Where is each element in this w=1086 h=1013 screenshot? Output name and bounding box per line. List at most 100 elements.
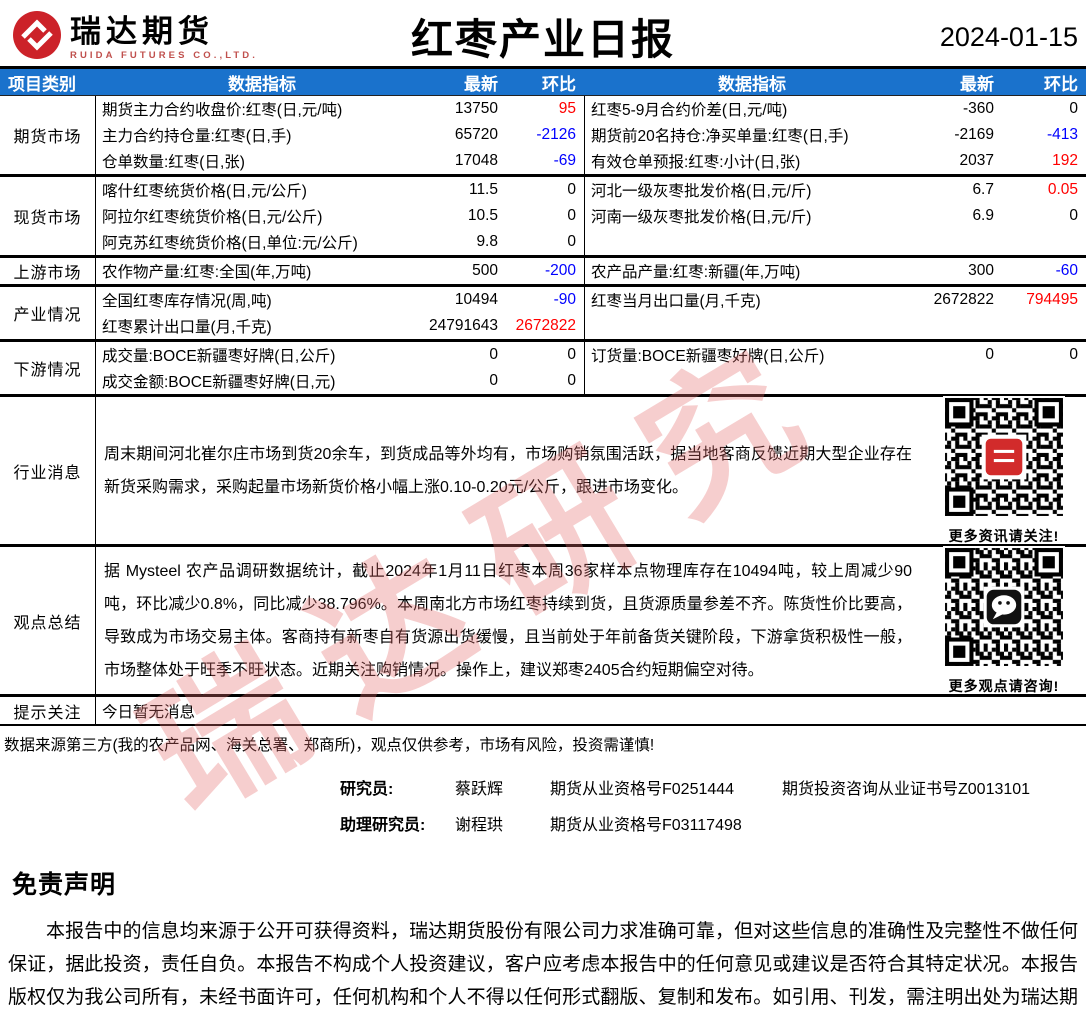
chain-left: 0 (567, 181, 576, 198)
col-chain-right: 环比 (1044, 74, 1078, 94)
chain-right: -413 (1046, 126, 1078, 143)
researchers-block: 研究员: 蔡跃辉 期货从业资格号F0251444 期货投资咨询从业证书号Z001… (340, 769, 1086, 841)
indicator-right (584, 229, 920, 255)
section-summary: 观点总结 据 Mysteel 农产品调研数据统计，截止2024年1月11日红枣本… (0, 545, 1086, 697)
table-row: 期货主力合约收盘价:红枣(日,元/吨) 13750 95 红枣5-9月合约价差(… (96, 96, 1086, 122)
indicator-right: 红枣5-9月合约价差(日,元/吨) (584, 96, 920, 122)
latest-left: 10494 (454, 291, 498, 308)
researcher-row: 研究员: 蔡跃辉 期货从业资格号F0251444 期货投资咨询从业证书号Z001… (340, 769, 1086, 805)
report-date: 2024-01-15 (939, 22, 1078, 52)
col-chain-left: 环比 (542, 74, 576, 94)
researcher-name: 蔡跃辉 (455, 781, 504, 798)
qr-code-wechat-icon (943, 545, 1065, 673)
table-row: 成交金额:BOCE新疆枣好牌(日,元) 0 0 (96, 368, 1086, 394)
notice-text: 今日暂无消息 (102, 703, 196, 721)
latest-right: 6.9 (972, 207, 994, 224)
assistant-row: 助理研究员: 谢程珙 期货从业资格号F03117498 (340, 805, 1086, 841)
col-indicator-left: 数据指标 (228, 74, 296, 94)
indicator-right: 河北一级灰枣批发价格(日,元/斤) (584, 177, 920, 203)
chain-right: 0 (1069, 100, 1078, 117)
table-group-upstream: 上游市场 农作物产量:红枣:全国(年,万吨) 500 -200 农产品产量:红枣… (0, 258, 1086, 287)
disclaimer-body: 本报告中的信息均来源于公开可获得资料，瑞达期货股份有限公司力求准确可靠，但对这些… (8, 921, 1078, 1008)
table-row: 仓单数量:红枣(日,张) 17048 -69 有效仓单预报:红枣:小计(日,张)… (96, 148, 1086, 174)
chain-left: 0 (567, 346, 576, 363)
col-indicator-right: 数据指标 (718, 74, 786, 94)
table-group-futures: 期货市场 期货主力合约收盘价:红枣(日,元/吨) 13750 95 红枣5-9月… (0, 96, 1086, 177)
indicator-right: 农产品产量:红枣:新疆(年,万吨) (584, 258, 920, 284)
qr-caption: 更多资讯请关注! (948, 527, 1060, 544)
latest-left: 500 (472, 262, 498, 279)
assistant-name: 谢程珙 (455, 817, 504, 834)
assistant-cert: 期货从业资格号F03117498 (550, 817, 742, 834)
category-cell: 观点总结 (0, 547, 96, 694)
indicator-right: 红枣当月出口量(月,千克) (584, 287, 920, 313)
indicator-right (584, 368, 920, 394)
latest-left: 13750 (454, 100, 498, 117)
chain-left: 2672822 (515, 317, 576, 334)
chain-right: 794495 (1026, 291, 1078, 308)
table-row: 成交量:BOCE新疆枣好牌(日,公斤) 0 0 订货量:BOCE新疆枣好牌(日,… (96, 342, 1086, 368)
category-cell: 行业消息 (0, 397, 96, 544)
col-latest-left: 最新 (464, 74, 498, 94)
category-cell: 产业情况 (0, 287, 96, 339)
table-row: 主力合约持仓量:红枣(日,手) 65720 -2126 期货前20名持仓:净买单… (96, 122, 1086, 148)
col-latest-right: 最新 (960, 74, 994, 94)
latest-left: 0 (489, 372, 498, 389)
indicator-left: 红枣累计出口量(月,千克) (102, 319, 272, 336)
category-cell: 提示关注 (0, 697, 96, 724)
chain-left: -2126 (536, 126, 576, 143)
disclaimer-section: 免责声明 本报告中的信息均来源于公开可获得资料，瑞达期货股份有限公司力求准确可靠… (0, 865, 1086, 1013)
indicator-left: 仓单数量:红枣(日,张) (102, 154, 245, 171)
qr-code-icon (943, 395, 1065, 523)
table-row: 阿拉尔红枣统货价格(日,元/公斤) 10.5 0 河南一级灰枣批发价格(日,元/… (96, 203, 1086, 229)
latest-left: 0 (489, 346, 498, 363)
summary-text: 据 Mysteel 农产品调研数据统计，截止2024年1月11日红枣本周36家样… (104, 562, 912, 679)
indicator-left: 成交金额:BOCE新疆枣好牌(日,元) (102, 374, 336, 391)
category-cell: 现货市场 (0, 177, 96, 255)
section-notice: 提示关注 今日暂无消息 (0, 697, 1086, 726)
indicator-left: 期货主力合约收盘价:红枣(日,元/吨) (102, 102, 343, 119)
latest-left: 17048 (454, 152, 498, 169)
chain-right: 0 (1069, 346, 1078, 363)
chain-left: -69 (553, 152, 576, 169)
indicator-left: 阿拉尔红枣统货价格(日,元/公斤) (102, 209, 323, 226)
chain-left: 0 (567, 207, 576, 224)
report-header: 瑞达期货 RUIDA FUTURES CO.,LTD. 红枣产业日报 2024-… (0, 0, 1086, 66)
chain-left: 0 (567, 233, 576, 250)
chain-right: 0 (1069, 207, 1078, 224)
chain-left: 95 (558, 100, 576, 117)
chain-right: 0.05 (1047, 181, 1078, 198)
category-cell: 上游市场 (0, 258, 96, 284)
chain-left: -90 (553, 291, 576, 308)
latest-left: 10.5 (467, 207, 498, 224)
table-row: 全国红枣库存情况(周,吨) 10494 -90 红枣当月出口量(月,千克) 26… (96, 287, 1086, 313)
table-row: 喀什红枣统货价格(日,元/公斤) 11.5 0 河北一级灰枣批发价格(日,元/斤… (96, 177, 1086, 203)
chain-left: -200 (544, 262, 576, 279)
latest-right: -360 (962, 100, 994, 117)
chain-left: 0 (567, 372, 576, 389)
latest-right: -2169 (954, 126, 994, 143)
latest-right: 2672822 (933, 291, 994, 308)
indicator-left: 主力合约持仓量:红枣(日,手) (102, 128, 292, 145)
latest-right: 6.7 (972, 181, 994, 198)
indicator-right: 有效仓单预报:红枣:小计(日,张) (584, 148, 920, 174)
report-page: 瑞达研究 瑞达期货 RUIDA FUTURES CO.,LTD. 红枣产业日报 … (0, 0, 1086, 1013)
table-row: 阿克苏红枣统货价格(日,单位:元/公斤) 9.8 0 (96, 229, 1086, 255)
latest-left: 65720 (454, 126, 498, 143)
indicator-left: 阿克苏红枣统货价格(日,单位:元/公斤) (102, 235, 358, 252)
indicator-left: 成交量:BOCE新疆枣好牌(日,公斤) (102, 348, 336, 365)
indicator-right (584, 313, 920, 339)
chain-right: 192 (1052, 152, 1078, 169)
researcher-cert: 期货从业资格号F0251444 (550, 781, 735, 798)
table-header-row: 项目类别 数据指标 最新 环比 数据指标 最新 环比 (0, 66, 1086, 96)
latest-left: 11.5 (468, 181, 498, 198)
latest-right: 300 (968, 262, 994, 279)
indicator-right: 订货量:BOCE新疆枣好牌(日,公斤) (584, 342, 920, 368)
category-cell: 期货市场 (0, 96, 96, 174)
disclaimer-title: 免责声明 (12, 871, 117, 899)
source-note: 数据来源第三方(我的农产品网、海关总署、郑商所)，观点仅供参考，市场有风险，投资… (4, 737, 655, 754)
latest-right: 2037 (959, 152, 994, 169)
researcher-cert2: 期货投资咨询从业证书号Z0013101 (782, 781, 1031, 798)
table-group-industry: 产业情况 全国红枣库存情况(周,吨) 10494 -90 红枣当月出口量(月,千… (0, 287, 1086, 342)
latest-right: 0 (985, 346, 994, 363)
